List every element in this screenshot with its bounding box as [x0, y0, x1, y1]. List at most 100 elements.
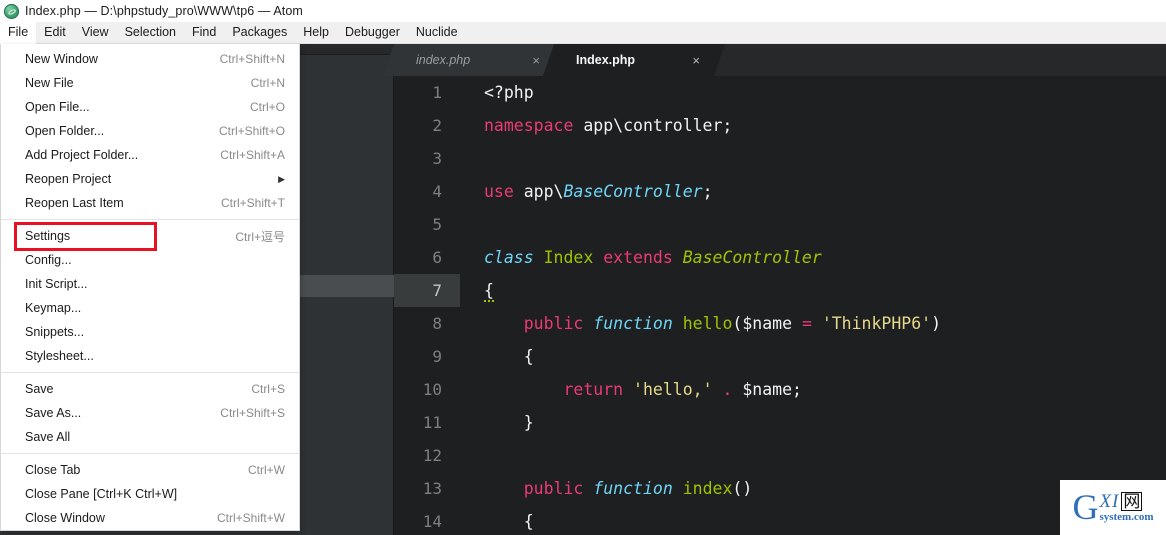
- menu-item-stylesheet[interactable]: Stylesheet...: [1, 344, 299, 368]
- code-token: (: [732, 314, 743, 333]
- menu-item-label: Close Window: [25, 511, 105, 525]
- code-token: BaseController: [563, 182, 703, 201]
- code-token: function: [593, 314, 673, 333]
- menu-item-save-all[interactable]: Save All: [1, 425, 299, 449]
- tab-close-icon[interactable]: ×: [692, 54, 700, 67]
- menubar-item-selection[interactable]: Selection: [117, 22, 184, 44]
- menubar-item-nuclide[interactable]: Nuclide: [408, 22, 466, 44]
- menu-item-close-pane-ctrl-k-ctrl-w[interactable]: Close Pane [Ctrl+K Ctrl+W]: [1, 482, 299, 506]
- title-bar: Index.php — D:\phpstudy_pro\WWW\tp6 — At…: [0, 0, 1166, 22]
- code-line[interactable]: 1 <?php: [394, 76, 1166, 109]
- menu-item-open-file[interactable]: Open File... Ctrl+O: [1, 95, 299, 119]
- code-token: class: [484, 248, 534, 267]
- menu-item-shortcut: Ctrl+N: [250, 76, 285, 90]
- code-line[interactable]: 9 {: [394, 340, 1166, 373]
- menu-item-shortcut: Ctrl+Shift+A: [220, 148, 285, 162]
- menu-item-snippets[interactable]: Snippets...: [1, 320, 299, 344]
- menubar-item-debugger[interactable]: Debugger: [337, 22, 408, 44]
- menu-item-label: Settings: [25, 229, 71, 243]
- line-number: 12: [422, 446, 442, 465]
- menu-bar: File Edit View Selection Find Packages Help Deb…: [0, 21, 1166, 44]
- code-token: =: [801, 314, 812, 333]
- menubar-item-view[interactable]: View: [74, 22, 117, 44]
- code-line[interactable]: 6 class Index extends BaseController: [394, 241, 1166, 274]
- menu-item-reopen-last-item[interactable]: Reopen Last Item Ctrl+Shift+T: [1, 191, 299, 215]
- menu-item-add-project-folder[interactable]: Add Project Folder... Ctrl+Shift+A: [1, 143, 299, 167]
- menubar-item-file[interactable]: File: [0, 21, 37, 44]
- menu-item-label: New Window: [25, 52, 98, 66]
- menu-item-new-window[interactable]: New Window Ctrl+Shift+N: [1, 47, 299, 71]
- code-token: return: [563, 380, 624, 399]
- menubar-item-find[interactable]: Find: [184, 22, 224, 44]
- menu-item-config[interactable]: Config...: [1, 248, 299, 272]
- menu-item-settings[interactable]: Settings Ctrl+逗号: [1, 224, 299, 248]
- code-token: .: [722, 380, 733, 399]
- code-line-text: {: [460, 505, 534, 535]
- menu-item-label: Open Folder...: [25, 124, 105, 138]
- tab-label: Index.php: [576, 53, 636, 67]
- code-token: hello: [682, 314, 733, 333]
- code-line-text: {: [460, 274, 494, 307]
- menu-item-save[interactable]: Save Ctrl+S: [1, 377, 299, 401]
- watermark-xi-letters: XI: [1099, 491, 1120, 512]
- atom-editor-window: Index.php — D:\phpstudy_pro\WWW\tp6 — At…: [0, 0, 1166, 535]
- code-line-text: public function hello($name = 'ThinkPHP6…: [460, 307, 941, 340]
- code-line[interactable]: 4 use app\BaseController;: [394, 175, 1166, 208]
- menu-item-save-as[interactable]: Save As... Ctrl+Shift+S: [1, 401, 299, 425]
- code-token: app\: [513, 182, 564, 201]
- code-line[interactable]: 8 public function hello($name = 'ThinkPH…: [394, 307, 1166, 340]
- code-line-text: <?php: [460, 76, 534, 109]
- editor-tab-active[interactable]: Index.php ×: [543, 44, 725, 76]
- code-line[interactable]: 13 public function index(): [394, 472, 1166, 505]
- watermark-cjk-glyph: 网: [1121, 492, 1143, 511]
- code-token: namespace: [484, 116, 574, 135]
- code-line[interactable]: 12: [394, 439, 1166, 472]
- menu-item-open-folder[interactable]: Open Folder... Ctrl+Shift+O: [1, 119, 299, 143]
- code-line[interactable]: 2 namespace app\controller;: [394, 109, 1166, 142]
- code-token: use: [484, 182, 514, 201]
- menu-item-label: Keymap...: [25, 301, 82, 315]
- line-number: 7: [394, 274, 460, 307]
- code-editor[interactable]: 1 <?php 2 namespace app\controller; 3 4 use ap…: [394, 76, 1166, 535]
- menu-item-shortcut: Ctrl+Shift+T: [220, 196, 285, 210]
- menu-item-close-tab[interactable]: Close Tab Ctrl+W: [1, 458, 299, 482]
- file-menu-dropdown: New Window Ctrl+Shift+N New File Ctrl+N Open…: [0, 44, 300, 531]
- editor-tab-inactive[interactable]: index.php ×: [383, 44, 565, 76]
- code-line[interactable]: 3: [394, 142, 1166, 175]
- code-line[interactable]: 14 {: [394, 505, 1166, 535]
- code-token: public: [523, 314, 584, 333]
- code-line[interactable]: 11 }: [394, 406, 1166, 439]
- code-token: function: [593, 479, 673, 498]
- code-line[interactable]: 5: [394, 208, 1166, 241]
- code-line[interactable]: 10 return 'hello,' . $name;: [394, 373, 1166, 406]
- code-token: public: [523, 479, 584, 498]
- code-token: $name: [742, 380, 792, 399]
- line-number: 10: [422, 380, 442, 399]
- menu-item-label: Stylesheet...: [25, 349, 94, 363]
- code-line[interactable]: 7{: [394, 274, 1166, 307]
- code-token: Index: [543, 248, 594, 267]
- menu-item-close-window[interactable]: Close Window Ctrl+Shift+W: [1, 506, 299, 530]
- menu-item-init-script[interactable]: Init Script...: [1, 272, 299, 296]
- menubar-item-packages[interactable]: Packages: [224, 22, 295, 44]
- menubar-item-help[interactable]: Help: [295, 22, 337, 44]
- menu-item-keymap[interactable]: Keymap...: [1, 296, 299, 320]
- submenu-arrow-icon: ▶: [278, 173, 285, 184]
- code-token: }: [484, 413, 534, 432]
- menubar-item-edit[interactable]: Edit: [36, 22, 74, 44]
- atom-logo-icon: [4, 3, 19, 19]
- menu-separator: [1, 372, 299, 373]
- line-number: 2: [432, 116, 442, 135]
- tab-close-icon[interactable]: ×: [532, 54, 540, 67]
- menu-item-reopen-project[interactable]: Reopen Project ▶: [1, 167, 299, 191]
- menu-item-label: Reopen Project: [25, 172, 112, 186]
- menu-item-new-file[interactable]: New File Ctrl+N: [1, 71, 299, 95]
- line-number: 4: [432, 182, 442, 201]
